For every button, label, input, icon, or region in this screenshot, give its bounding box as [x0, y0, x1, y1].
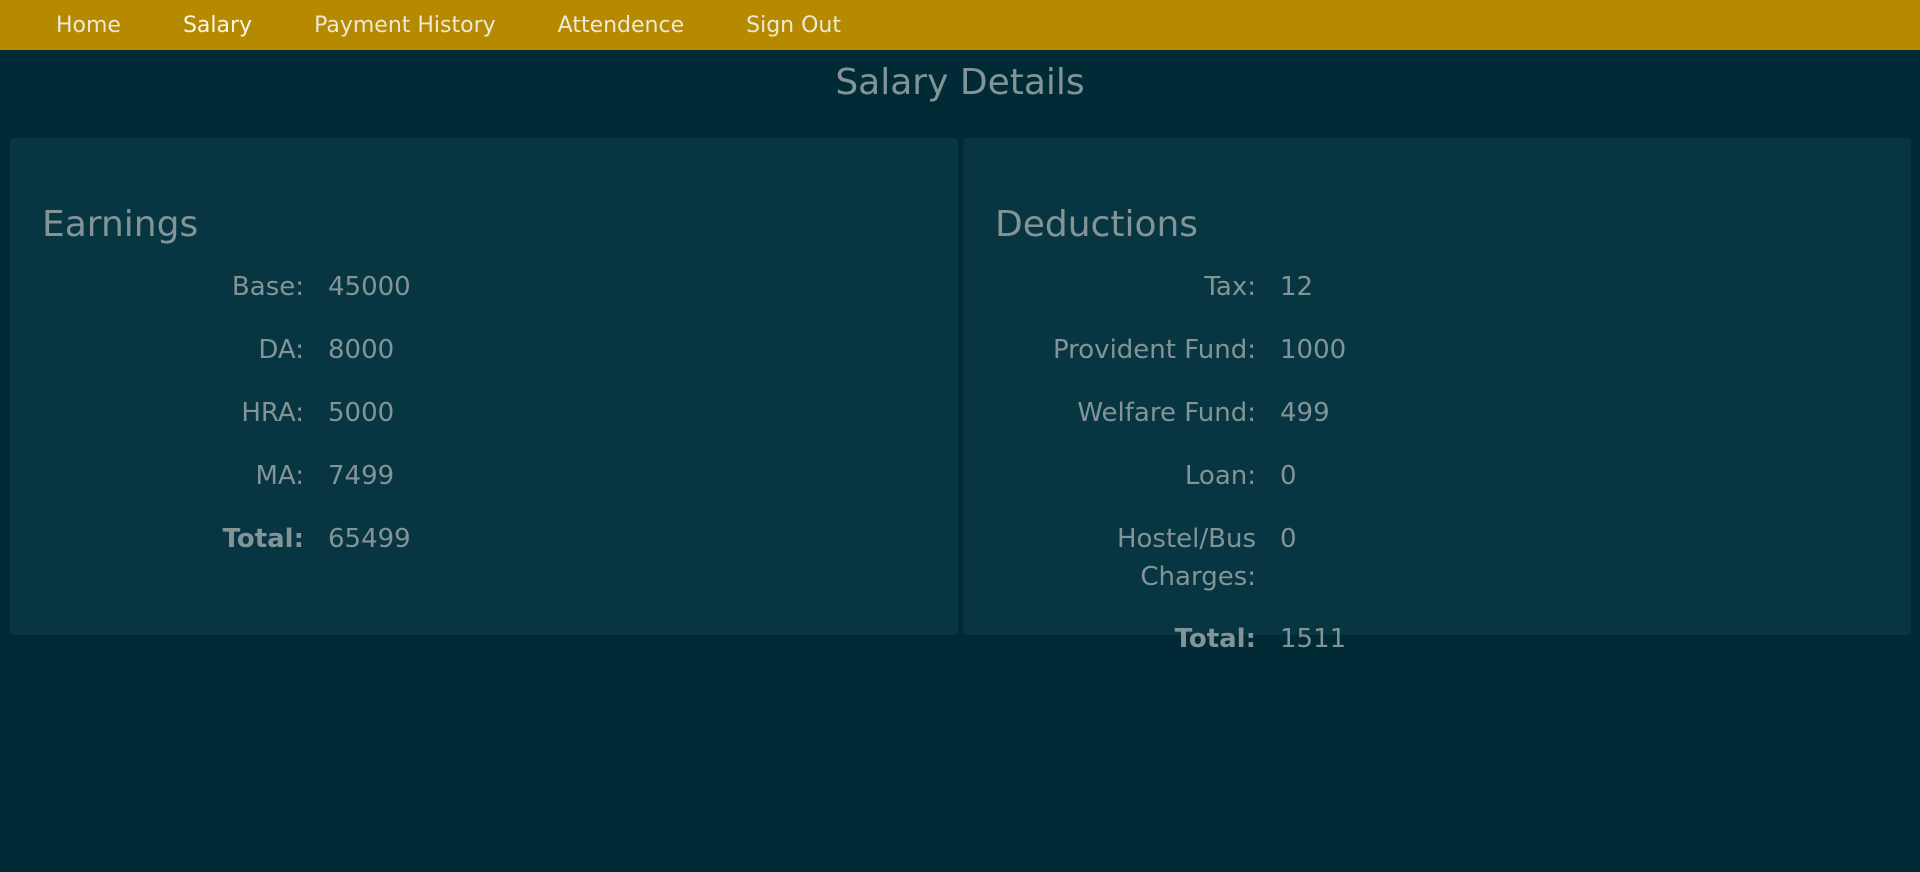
- deductions-heading: Deductions: [995, 204, 1199, 245]
- earnings-row-da: DA: 8000: [10, 331, 411, 394]
- deductions-row-loan: Loan: 0: [963, 457, 1346, 520]
- nav-home-link[interactable]: Home: [56, 13, 121, 38]
- earnings-label: Base:: [231, 272, 304, 302]
- earnings-total-label: Total:: [222, 524, 304, 554]
- deductions-row-tax: Tax: 12: [963, 268, 1346, 331]
- earnings-value: 45000: [328, 272, 411, 302]
- deductions-label: Welfare Fund:: [1077, 398, 1256, 428]
- deductions-panel: Deductions Tax: 12 Provident Fund: 1000 …: [963, 138, 1911, 654]
- earnings-heading: Earnings: [42, 204, 199, 245]
- earnings-row-hra: HRA: 5000: [10, 394, 411, 457]
- nav-sign-out-link[interactable]: Sign Out: [746, 13, 841, 38]
- earnings-label: DA:: [258, 335, 304, 365]
- nav-attendence-link[interactable]: Attendence: [558, 13, 684, 38]
- earnings-list: Base: 45000 DA: 8000 HRA: 5000 MA: 7499 …: [10, 268, 411, 583]
- earnings-row-ma: MA: 7499: [10, 457, 411, 520]
- deductions-value: 499: [1280, 398, 1330, 428]
- earnings-panel: Earnings Base: 45000 DA: 8000 HRA: 5000 …: [10, 138, 958, 635]
- deductions-value: 0: [1280, 524, 1297, 554]
- deductions-row-provident-fund: Provident Fund: 1000: [963, 331, 1346, 394]
- nav-salary-link[interactable]: Salary: [183, 13, 252, 38]
- top-navbar: Home Salary Payment History Attendence S…: [0, 0, 1920, 50]
- deductions-label: Provident Fund:: [1052, 335, 1256, 365]
- earnings-value: 8000: [328, 335, 395, 365]
- nav-payment-history-link[interactable]: Payment History: [314, 13, 496, 38]
- deductions-row-welfare-fund: Welfare Fund: 499: [963, 394, 1346, 457]
- earnings-row-base: Base: 45000: [10, 268, 411, 331]
- earnings-value: 7499: [328, 461, 395, 491]
- page-title: Salary Details: [835, 62, 1085, 103]
- earnings-row-total: Total: 65499: [10, 520, 411, 583]
- deductions-value: 1000: [1280, 335, 1347, 365]
- deductions-total-value: 1511: [1280, 624, 1347, 654]
- deductions-label: Hostel/Bus Charges:: [1116, 524, 1256, 592]
- deductions-row-total: Total: 1511: [963, 620, 1347, 683]
- earnings-label: HRA:: [241, 398, 304, 428]
- deductions-row-hostel-bus: Hostel/Bus Charges: 0: [963, 520, 1346, 620]
- earnings-label: MA:: [255, 461, 304, 491]
- deductions-label: Tax:: [1204, 272, 1256, 302]
- deductions-value: 0: [1280, 461, 1297, 491]
- earnings-total-value: 65499: [328, 524, 411, 554]
- deductions-label: Loan:: [1184, 461, 1256, 491]
- deductions-value: 12: [1280, 272, 1314, 302]
- earnings-value: 5000: [328, 398, 395, 428]
- deductions-total-label: Total:: [1174, 624, 1256, 654]
- deductions-list: Tax: 12 Provident Fund: 1000 Welfare Fun…: [963, 268, 1346, 683]
